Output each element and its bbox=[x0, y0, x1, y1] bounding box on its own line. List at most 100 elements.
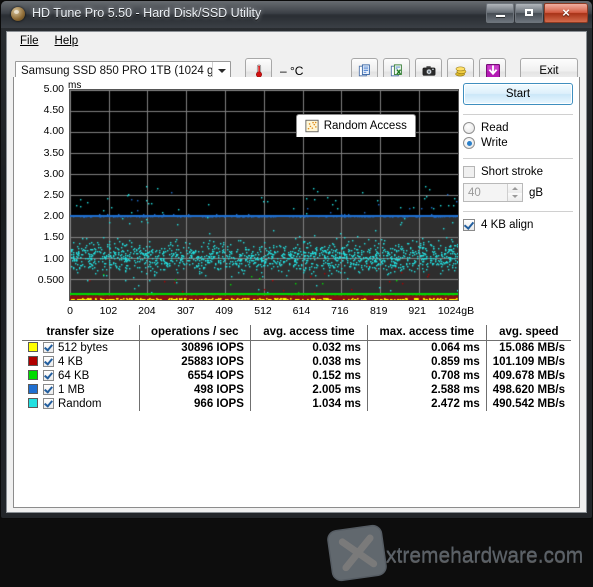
x-tick-label: 102 bbox=[99, 305, 118, 317]
row-operations: 25883 IOPS bbox=[139, 355, 251, 369]
row-checkbox[interactable] bbox=[43, 370, 54, 381]
x-tick-label: 716 bbox=[331, 305, 349, 317]
radio-read-label: Read bbox=[481, 122, 509, 134]
random-access-panel: ms 5.00 4.50 4.00 3.50 3.00 2.50 2.00 1.50 1.00 0… bbox=[13, 77, 583, 582]
row-checkbox[interactable] bbox=[43, 398, 54, 409]
radio-read[interactable]: Read bbox=[463, 122, 573, 134]
row-transfer-size[interactable]: 512 bytes bbox=[22, 340, 140, 355]
x-tick-label: 921 bbox=[408, 305, 426, 317]
x-tick-label: 1024gB bbox=[437, 305, 475, 317]
stepper-down-icon[interactable] bbox=[508, 192, 522, 201]
radio-write[interactable]: Write bbox=[463, 137, 573, 149]
x-tick-label: 307 bbox=[176, 305, 195, 317]
row-avg-speed: 409.678 MB/s bbox=[492, 370, 565, 382]
checkbox-short-stroke[interactable]: Short stroke bbox=[463, 166, 573, 178]
row-transfer-size[interactable]: 64 KB bbox=[22, 369, 140, 383]
radio-write-label: Write bbox=[481, 137, 508, 149]
camera-icon bbox=[422, 66, 435, 76]
scatter-dots-icon bbox=[305, 119, 319, 133]
row-transfer-size-label: 64 KB bbox=[58, 370, 90, 382]
row-operations: 498 IOPS bbox=[139, 383, 251, 397]
row-operations: 966 IOPS bbox=[139, 397, 251, 411]
results-header-row: transfer size operations / sec avg. acce… bbox=[22, 325, 571, 341]
row-avg-access: 1.034 ms bbox=[250, 397, 368, 411]
start-button[interactable]: Start bbox=[463, 83, 573, 105]
exit-label: Exit bbox=[539, 65, 559, 77]
row-checkbox[interactable] bbox=[43, 384, 54, 395]
row-avg-speed: 101.109 MB/s bbox=[492, 356, 565, 368]
window-buttons: × bbox=[486, 3, 588, 23]
divider-2 bbox=[463, 158, 573, 159]
y-tick-label: 2.50 bbox=[43, 189, 64, 201]
menu-item-help[interactable]: Help bbox=[48, 34, 86, 51]
watermark-text: xtremehardware.com bbox=[386, 544, 584, 567]
y-tick-label: 0.500 bbox=[37, 273, 64, 286]
stepper-up-icon[interactable] bbox=[508, 184, 522, 193]
table-row[interactable]: Random 966 IOPS 1.034 ms 2.472 ms 490.542 MB… bbox=[22, 397, 571, 411]
coins-icon bbox=[454, 66, 466, 77]
col-max-access: max. access time bbox=[367, 325, 487, 341]
short-stroke-stepper[interactable]: 40 bbox=[463, 183, 523, 202]
col-transfer-size: transfer size bbox=[22, 325, 140, 341]
row-max-access: 2.472 ms bbox=[367, 397, 487, 411]
y-tick-label: 1.00 bbox=[43, 252, 64, 265]
col-operations: operations / sec bbox=[139, 325, 251, 341]
copy-documents-icon bbox=[358, 64, 370, 77]
results-table-wrap: transfer size operations / sec avg. acce… bbox=[22, 325, 571, 501]
drive-select-value: Samsung SSD 850 PRO 1TB (1024 gB) bbox=[21, 65, 212, 77]
checkbox-short-stroke-label: Short stroke bbox=[481, 166, 543, 178]
col-avg-speed: avg. speed bbox=[486, 325, 571, 341]
row-transfer-size[interactable]: 1 MB bbox=[22, 383, 140, 397]
table-row[interactable]: 1 MB 498 IOPS 2.005 ms 2.588 ms 498.620 MB/s bbox=[22, 383, 571, 397]
row-transfer-size-label: 512 bytes bbox=[58, 342, 108, 354]
checkbox-short-stroke-indicator bbox=[463, 166, 475, 178]
minimize-icon[interactable] bbox=[486, 3, 514, 23]
radio-read-indicator bbox=[463, 122, 475, 134]
close-icon[interactable]: × bbox=[544, 3, 588, 23]
row-transfer-size[interactable]: 4 KB bbox=[22, 355, 140, 369]
row-checkbox[interactable] bbox=[43, 356, 54, 367]
excel-export-icon bbox=[390, 64, 402, 77]
row-avg-access: 2.005 ms bbox=[250, 383, 368, 397]
row-operations: 30896 IOPS bbox=[139, 340, 251, 355]
col-avg-access: avg. access time bbox=[250, 325, 368, 341]
stepper-buttons[interactable] bbox=[507, 184, 522, 201]
y-tick-label: 5.00 bbox=[43, 83, 64, 95]
y-tick-label: 4.50 bbox=[43, 104, 64, 117]
series-color-swatch bbox=[28, 342, 38, 352]
y-tick-label: 4.00 bbox=[43, 125, 64, 138]
download-arrow-icon bbox=[485, 64, 500, 78]
row-checkbox[interactable] bbox=[43, 342, 54, 353]
checkbox-4kb-align[interactable]: 4 KB align bbox=[463, 219, 573, 231]
chart-y-axis: 5.00 4.50 4.00 3.50 3.00 2.50 2.00 1.50 1.00 0.50… bbox=[22, 81, 66, 301]
maximize-icon[interactable] bbox=[515, 3, 543, 23]
row-transfer-size-label: 4 KB bbox=[58, 356, 83, 368]
series-color-swatch bbox=[28, 398, 38, 408]
x-tick-label: 409 bbox=[215, 305, 233, 317]
series-color-swatch bbox=[28, 356, 38, 366]
table-row[interactable]: 512 bytes 30896 IOPS 0.032 ms 0.064 ms 15.08… bbox=[22, 340, 571, 355]
client-area: File Help Samsung SSD 850 PRO 1TB (1024 … bbox=[6, 31, 587, 582]
row-avg-speed: 15.086 MB/s bbox=[499, 342, 565, 354]
table-row[interactable]: 4 KB 25883 IOPS 0.038 ms 0.859 ms 101.109 MB… bbox=[22, 355, 571, 369]
results-table: transfer size operations / sec avg. acce… bbox=[22, 325, 571, 411]
row-transfer-size[interactable]: Random bbox=[22, 397, 140, 411]
table-row[interactable]: 64 KB 6554 IOPS 0.152 ms 0.708 ms 409.678 MB… bbox=[22, 369, 571, 383]
chart-x-axis: 0 102 204 307 409 512 614 716 819 921 1024gB bbox=[22, 305, 475, 319]
y-tick-label: 1.50 bbox=[43, 231, 64, 244]
x-tick-label: 819 bbox=[369, 305, 388, 317]
window-title: HD Tune Pro 5.50 - Hard Disk/SSD Utility bbox=[32, 6, 262, 20]
short-stroke-size-row: 40 gB bbox=[463, 183, 573, 202]
tab-random-access[interactable]: Random Access bbox=[295, 114, 416, 137]
y-tick-label: 3.50 bbox=[43, 146, 64, 159]
row-avg-access: 0.152 ms bbox=[250, 369, 368, 383]
x-tick-label: 512 bbox=[254, 305, 272, 317]
short-stroke-unit: gB bbox=[529, 186, 544, 199]
x-tick-label: 614 bbox=[292, 305, 311, 317]
x-tick-label: 204 bbox=[138, 305, 156, 317]
hdtune-disk-icon bbox=[11, 7, 25, 21]
row-max-access: 0.708 ms bbox=[367, 369, 487, 383]
start-label: Start bbox=[505, 88, 531, 100]
menu-item-file[interactable]: File bbox=[13, 34, 46, 51]
series-color-swatch bbox=[28, 384, 38, 394]
